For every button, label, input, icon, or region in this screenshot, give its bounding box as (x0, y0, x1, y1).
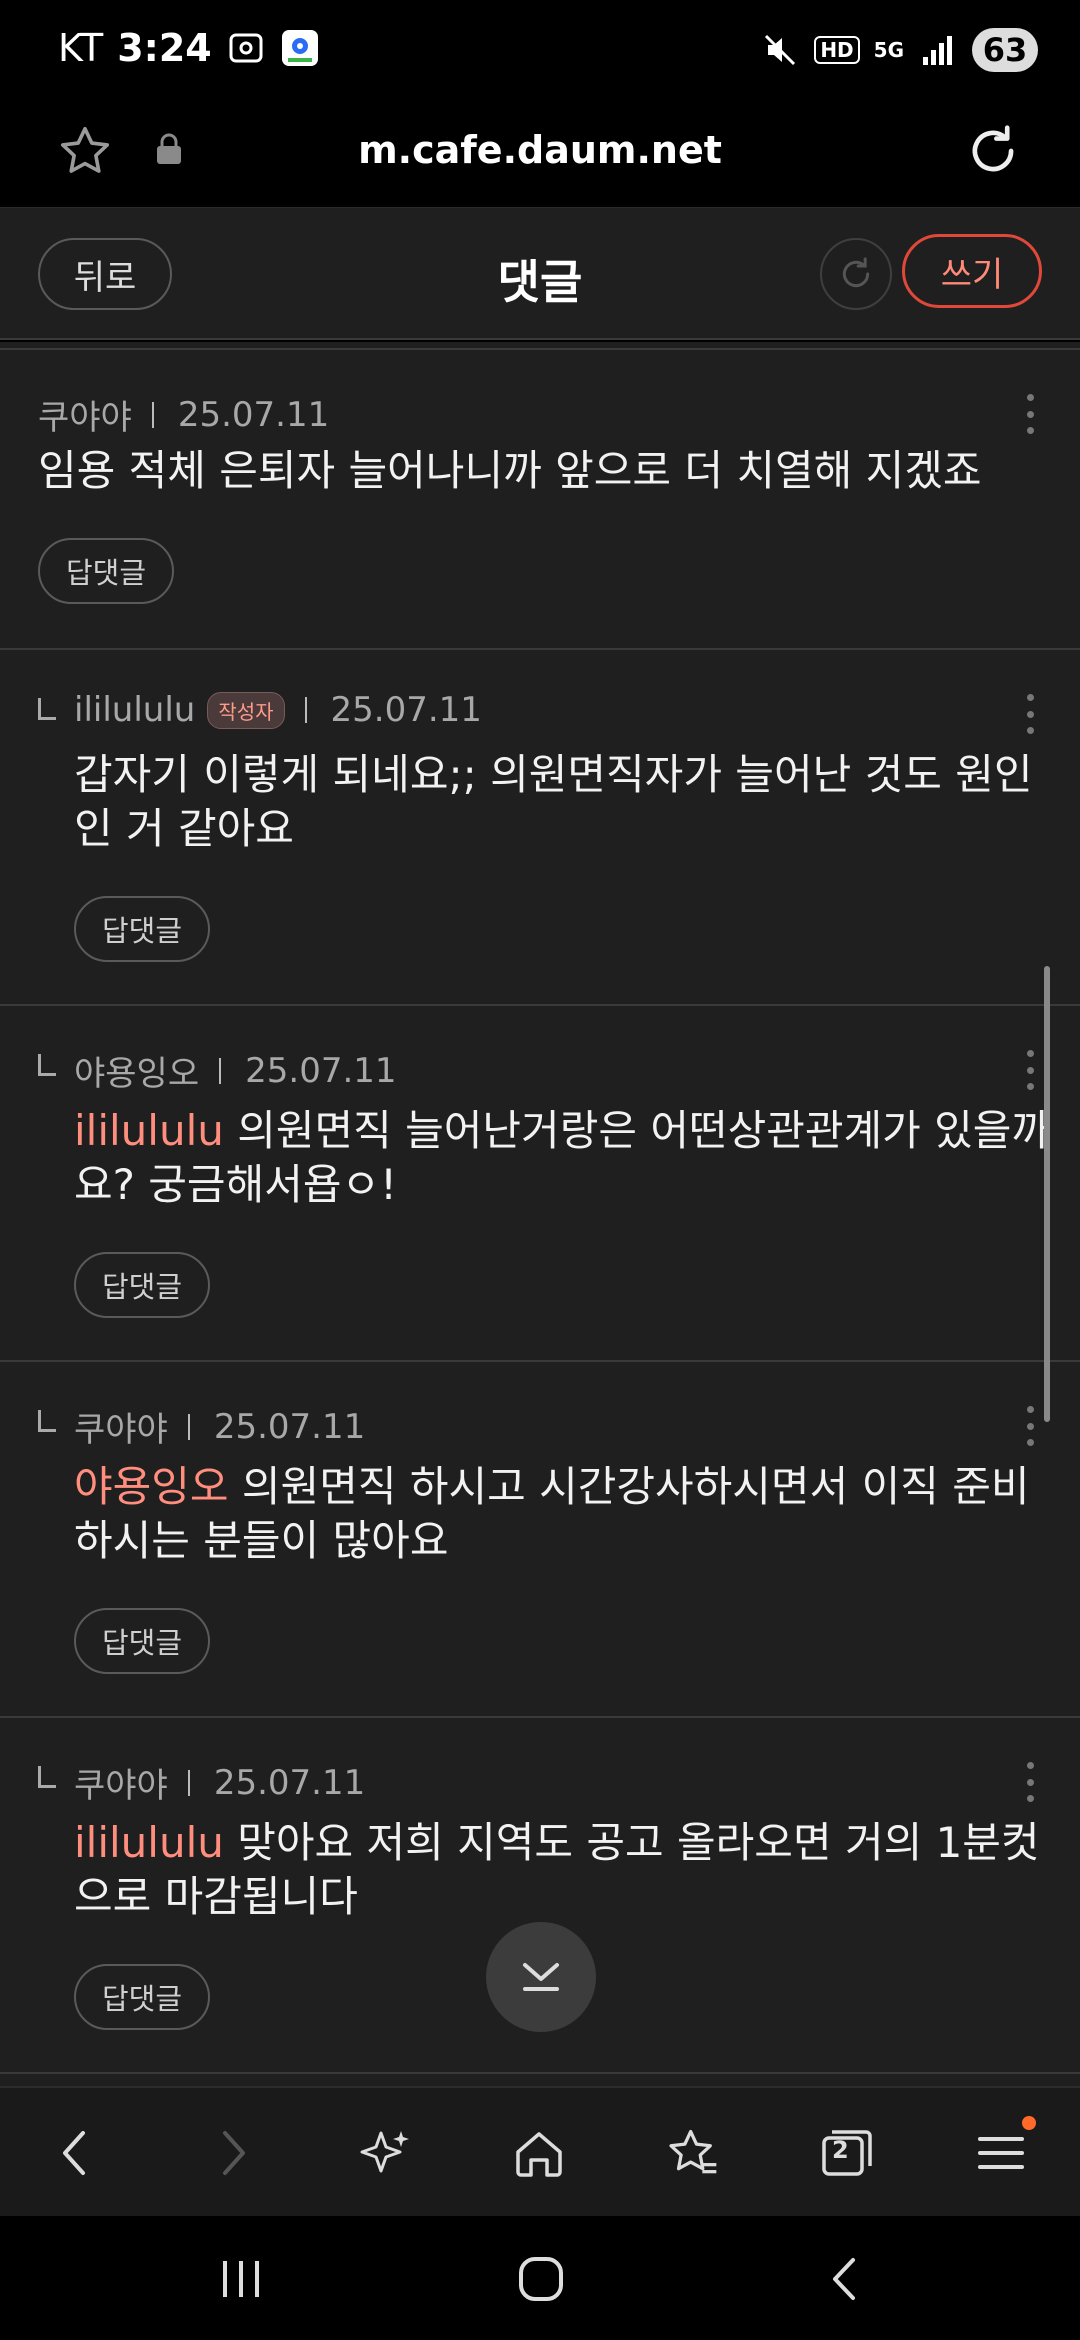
browser-toolbar: 2 (0, 2086, 1080, 2216)
comment-author[interactable]: ililululu (74, 690, 195, 730)
comment-text-line: ililululu 의원면직 늘어난거랑은 어떤상관관계가 있을까 (74, 1104, 1050, 1158)
notification-dot (1022, 2116, 1036, 2130)
more-options-icon[interactable] (1026, 694, 1034, 734)
reply-button[interactable]: 답댓글 (74, 896, 211, 962)
comment-text-content: 맞아요 저희 지역도 공고 올라오면 거의 1분컷 (223, 1818, 1040, 1867)
network-5g-icon: 5G (873, 38, 904, 62)
comment-text-line: 갑자기 이렇게 되네요;; 의원면직자가 늘어난 것도 원인 (74, 750, 1033, 799)
comment-item: 야용잉오 25.07.11 ililululu 의원면직 늘어난거랑은 어떤상관… (0, 1006, 1080, 1362)
comment-author[interactable]: 쿠야야 (38, 390, 132, 439)
tabs-count: 2 (832, 2136, 849, 2164)
screenshot-icon (226, 28, 266, 68)
comment-text-line: 요? 궁금해서욥ㅇ! (74, 1160, 397, 1209)
status-bar: KT 3:24 HD 5G 63 (0, 0, 1080, 100)
comment-date: 25.07.11 (177, 394, 330, 435)
comment-text: ililululu 맞아요 저희 지역도 공고 올라오면 거의 1분컷 으로 마… (74, 1816, 1040, 1924)
bookmarks-icon[interactable] (658, 2118, 728, 2188)
write-button[interactable]: 쓰기 (902, 234, 1042, 308)
back-nav-icon[interactable] (810, 2244, 880, 2314)
comment-meta: ililululu 작성자 25.07.11 (74, 690, 482, 730)
more-options-icon[interactable] (1026, 1406, 1034, 1446)
url-text[interactable]: m.cafe.daum.net (0, 128, 1080, 172)
signal-icon (918, 30, 958, 70)
comment-text-line: 인 거 같아요 (74, 804, 294, 853)
browser-url-bar: m.cafe.daum.net (0, 100, 1080, 208)
meta-divider (304, 697, 307, 723)
divider (0, 342, 1080, 350)
reply-indent-icon (38, 1054, 56, 1076)
reply-indent-icon (38, 1766, 56, 1788)
reply-button[interactable]: 답댓글 (74, 1964, 211, 2030)
scroll-to-bottom-button[interactable] (486, 1922, 596, 2032)
comment-text-line: ililululu 맞아요 저희 지역도 공고 올라오면 거의 1분컷 (74, 1816, 1040, 1870)
reply-button[interactable]: 답댓글 (38, 538, 175, 604)
home-icon[interactable] (504, 2118, 574, 2188)
comment-text: 야용잉오 의원면직 하시고 시간강사하시면서 이직 준비 하시는 분들이 많아요 (74, 1460, 1029, 1568)
comment-item: 쿠야야 25.07.11 임용 적체 은퇴자 늘어나니까 앞으로 더 치열해 지… (0, 350, 1080, 650)
reply-indent-icon (38, 1410, 56, 1432)
comment-text-content: 의원면직 늘어난거랑은 어떤상관관계가 있을까 (223, 1106, 1051, 1155)
meta-divider (219, 1057, 222, 1084)
recent-apps-icon[interactable] (206, 2244, 276, 2314)
comment-text-line: 야용잉오 의원면직 하시고 시간강사하시면서 이직 준비 (74, 1460, 1029, 1514)
more-options-icon[interactable] (1026, 394, 1034, 434)
mention-link[interactable]: ililululu (74, 1818, 224, 1867)
menu-icon[interactable] (966, 2116, 1036, 2188)
more-options-icon[interactable] (1026, 1050, 1034, 1090)
meta-divider (187, 1413, 190, 1440)
comment-text-content: 의원면직 하시고 시간강사하시면서 이직 준비 (228, 1462, 1030, 1511)
comment-meta: 쿠야야 25.07.11 (74, 1758, 365, 1807)
mute-icon (760, 30, 800, 70)
carrier-label: KT (58, 26, 104, 70)
more-options-icon[interactable] (1026, 1762, 1034, 1802)
reload-icon[interactable] (962, 120, 1024, 186)
comment-date: 25.07.11 (245, 1050, 397, 1091)
comment-meta: 쿠야야 25.07.11 (74, 1402, 365, 1451)
comment-date: 25.07.11 (213, 1762, 366, 1803)
comment-author[interactable]: 야용잉오 (74, 1046, 199, 1095)
comment-date: 25.07.11 (213, 1406, 366, 1447)
comment-text-content: 임용 적체 은퇴자 늘어나니까 앞으로 더 치열해 지겠죠 (38, 446, 982, 495)
maps-app-icon (280, 28, 320, 68)
reply-indent-icon (38, 698, 56, 720)
comment-author[interactable]: 쿠야야 (74, 1402, 168, 1451)
comment-list: 쿠야야 25.07.11 임용 적체 은퇴자 늘어나니까 앞으로 더 치열해 지… (0, 350, 1080, 2086)
comment-text: 임용 적체 은퇴자 늘어나니까 앞으로 더 치열해 지겠죠 (38, 444, 982, 498)
meta-divider (187, 1769, 190, 1796)
comment-text: 갑자기 이렇게 되네요;; 의원면직자가 늘어난 것도 원인 인 거 같아요 (74, 748, 1033, 856)
mention-link[interactable]: 야용잉오 (74, 1462, 229, 1511)
reply-button[interactable]: 답댓글 (74, 1608, 211, 1674)
home-nav-icon[interactable] (506, 2244, 576, 2314)
hd-icon: HD (814, 36, 860, 64)
back-arrow-icon[interactable] (40, 2118, 110, 2188)
comment-date: 25.07.11 (330, 690, 482, 730)
comment-item: ililululu 작성자 25.07.11 갑자기 이렇게 되네요;; 의원면… (0, 650, 1080, 1006)
sparkle-ai-icon[interactable] (352, 2118, 422, 2188)
battery-indicator: 63 (972, 28, 1038, 72)
comment-text: ililululu 의원면직 늘어난거랑은 어떤상관관계가 있을까 요? 궁금해… (74, 1104, 1050, 1212)
page-header: 뒤로 댓글 쓰기 (0, 208, 1080, 340)
refresh-button[interactable] (820, 238, 892, 310)
reply-button[interactable]: 답댓글 (74, 1252, 211, 1318)
comment-meta: 쿠야야 25.07.11 (38, 390, 329, 439)
forward-arrow-icon[interactable] (198, 2118, 268, 2188)
mention-link[interactable]: ililululu (74, 1106, 224, 1155)
comment-text-line: 하시는 분들이 많아요 (74, 1516, 449, 1565)
comment-meta: 야용잉오 25.07.11 (74, 1046, 397, 1095)
comment-text-line: 으로 마감됩니다 (74, 1872, 358, 1921)
tabs-icon[interactable]: 2 (812, 2118, 882, 2188)
meta-divider (151, 401, 154, 428)
clock: 3:24 (117, 26, 212, 70)
system-nav-bar (0, 2216, 1080, 2340)
scrollbar[interactable] (1044, 966, 1050, 1422)
comment-author[interactable]: 쿠야야 (74, 1758, 168, 1807)
comment-item: 쿠야야 25.07.11 야용잉오 의원면직 하시고 시간강사하시면서 이직 준… (0, 1362, 1080, 1718)
author-badge: 작성자 (207, 691, 285, 729)
